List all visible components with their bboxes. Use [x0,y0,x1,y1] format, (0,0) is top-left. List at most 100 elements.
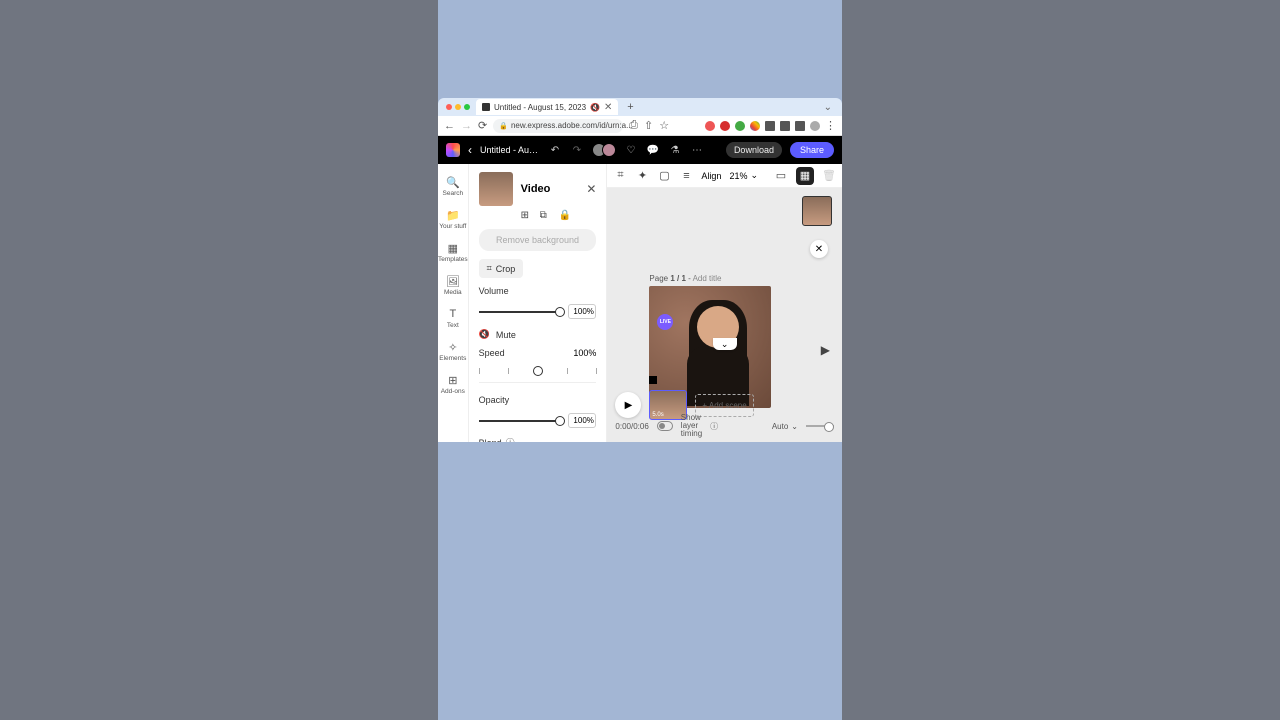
extension-icon[interactable] [720,121,730,131]
extension-icon[interactable] [735,121,745,131]
share-button[interactable]: Share [790,142,834,158]
next-page-icon[interactable]: ▶ [821,343,830,357]
chevron-down-icon: ⌄ [750,170,758,181]
download-button[interactable]: Download [726,142,782,158]
page-indicator: Page 1 / 1 - Add title [649,274,721,283]
adobe-express-logo[interactable] [446,143,460,157]
extension-icon[interactable] [795,121,805,131]
timeline-collapse-icon[interactable]: ⌄ [713,338,737,350]
share-url-icon[interactable]: ⇧ [644,119,653,132]
close-thumbnail-icon[interactable]: ✕ [810,240,828,258]
tabs-overflow-icon[interactable]: ⌄ [824,102,832,113]
folder-icon: 📁 [447,209,459,221]
app-header: ‹ Untitled - August 15, ↶ ↷ ♡ 💬 ⚗ ⋯ Down… [438,136,842,164]
profile-avatar[interactable] [810,121,820,131]
rail-text[interactable]: TText [447,308,459,329]
rail-your-stuff[interactable]: 📁Your stuff [439,209,466,230]
url-bar[interactable]: 🔒 new.express.adobe.com/id/urn:a... [493,119,623,133]
align-icon: ≡ [679,169,693,183]
zoom-select[interactable]: 21%⌄ [729,170,758,181]
lock-icon: 🔒 [499,122,508,130]
ungroup-icon[interactable]: ⊞ [521,210,532,221]
search-icon: 🔍 [447,176,459,188]
media-icon: 🖼 [447,275,459,287]
templates-icon: ▦ [447,242,459,254]
duplicate-icon[interactable]: ⧉ [540,210,551,221]
context-toolbar: ⌗ ✦ ▢ ≡ Align 21%⌄ ▭ ▦ 🗑 [607,164,842,188]
document-title[interactable]: Untitled - August 15, [480,145,540,155]
close-panel-icon[interactable]: ✕ [586,182,596,196]
sparkle-icon[interactable]: ✦ [635,169,649,183]
info-icon[interactable]: ⓘ [710,421,718,432]
favicon [482,103,490,111]
redo-icon: ↷ [570,143,584,157]
rail-templates[interactable]: ▦Templates [438,242,468,263]
canvas-area: ⌗ ✦ ▢ ≡ Align 21%⌄ ▭ ▦ 🗑 ✕ Page 1 / 1 - … [607,164,842,442]
extension-icon[interactable] [750,121,760,131]
lock-icon[interactable]: 🔒 [559,210,570,221]
align-label[interactable]: Align [701,171,721,181]
crop-button[interactable]: ⌗ Crop [479,259,524,278]
chevron-down-icon: ⌄ [791,422,798,431]
back-icon[interactable]: ‹ [468,143,472,157]
add-title-input[interactable]: Add title [693,274,722,283]
grid-view-icon[interactable]: ▦ [796,167,814,185]
extension-icon[interactable] [780,121,790,131]
hint-icon[interactable]: ♡ [624,143,638,157]
install-app-icon[interactable]: ⎙ [629,119,638,132]
addons-icon: ⊞ [447,374,459,386]
shape-icon[interactable]: ▢ [657,169,671,183]
timeline-zoom-auto[interactable]: Auto⌄ [772,422,798,431]
window-controls[interactable] [446,104,470,110]
text-icon: T [447,308,459,320]
browser-tab[interactable]: Untitled - August 15, 2023 🔇 ✕ [476,99,618,115]
url-text: new.express.adobe.com/id/urn:a... [511,121,633,130]
close-tab-icon[interactable]: ✕ [604,102,612,113]
speed-value: 100% [573,348,596,358]
volume-value[interactable]: 100% [568,304,596,319]
panel-title: Video [521,183,579,195]
browser-reload-icon[interactable]: ⟳ [478,119,487,132]
opacity-label: Opacity [479,395,597,405]
collaborators[interactable] [592,143,616,157]
opacity-slider[interactable] [479,420,563,422]
tab-mute-icon[interactable]: 🔇 [590,103,600,112]
video-thumbnail[interactable] [479,172,513,206]
extensions-puzzle-icon[interactable] [765,121,775,131]
delete-icon: 🗑 [822,169,836,183]
mute-icon: 🔇 [479,329,490,340]
comment-icon[interactable]: 💬 [646,143,660,157]
crop-tool-icon[interactable]: ⌗ [613,169,627,183]
browser-chrome: Untitled - August 15, 2023 🔇 ✕ + ⌄ ← → ⟳… [438,98,842,136]
left-rail: 🔍Search 📁Your stuff ▦Templates 🖼Media TT… [438,164,469,442]
crop-icon: ⌗ [487,263,492,274]
more-icon[interactable]: ⋯ [690,143,704,157]
browser-menu-icon[interactable]: ⋮ [825,119,836,132]
extension-icon[interactable] [705,121,715,131]
elements-icon: ✧ [447,341,459,353]
playhead[interactable] [649,376,657,384]
tab-title: Untitled - August 15, 2023 [494,103,586,112]
rail-search[interactable]: 🔍Search [443,176,464,197]
volume-slider[interactable] [479,311,563,313]
remove-background-button: Remove background [479,229,597,251]
page-thumbnail[interactable] [802,196,832,226]
mute-button[interactable]: 🔇 Mute [479,329,597,340]
browser-forward-icon[interactable]: → [461,120,472,132]
rail-elements[interactable]: ✧Elements [439,341,466,362]
browser-back-icon[interactable]: ← [444,120,455,132]
timeline-zoom-slider[interactable] [806,425,834,427]
present-icon[interactable]: ▭ [774,169,788,183]
volume-label: Volume [479,286,597,296]
bookmark-icon[interactable]: ☆ [659,119,669,132]
new-tab-button[interactable]: + [624,101,636,113]
layer-timing-toggle[interactable] [657,421,673,431]
undo-icon[interactable]: ↶ [548,143,562,157]
rail-addons[interactable]: ⊞Add-ons [441,374,465,395]
rail-media[interactable]: 🖼Media [444,275,462,296]
video-properties-panel: Video ✕ ⊞ ⧉ 🔒 Remove background ⌗ Crop V… [469,164,608,442]
speed-label: Speed [479,348,505,358]
beaker-icon[interactable]: ⚗ [668,143,682,157]
opacity-value[interactable]: 100% [568,413,596,428]
time-display: 0:00/0:06 [615,422,648,431]
